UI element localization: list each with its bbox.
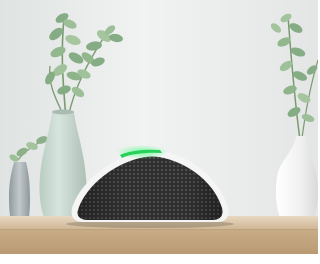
product-photo (0, 0, 318, 264)
photo-canvas (0, 0, 318, 264)
vase-left-rim (52, 109, 74, 115)
small-vase-left (9, 162, 30, 224)
